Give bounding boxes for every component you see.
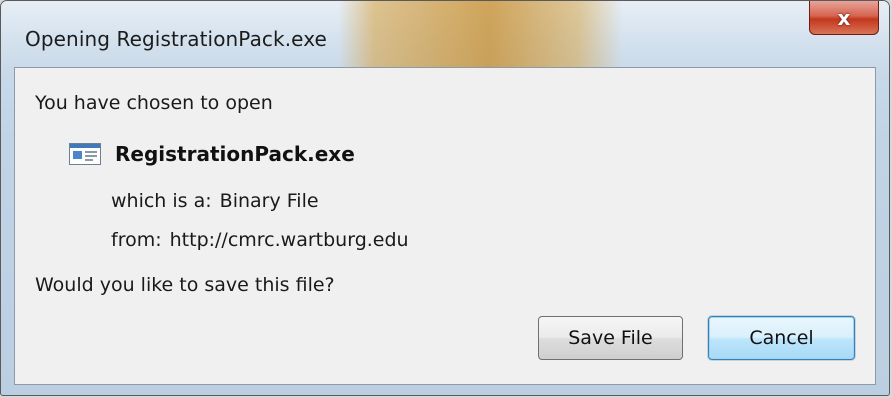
file-source-line: from: http://cmrc.wartburg.edu bbox=[111, 229, 409, 251]
file-type-label: which is a: bbox=[111, 190, 212, 212]
intro-text: You have chosen to open bbox=[35, 92, 273, 114]
save-question: Would you like to save this file? bbox=[35, 274, 335, 296]
file-type-line: which is a: Binary File bbox=[111, 190, 319, 212]
file-source-label: from: bbox=[111, 229, 162, 251]
file-info-row: RegistrationPack.exe bbox=[69, 142, 355, 166]
save-file-button[interactable]: Save File bbox=[538, 316, 683, 360]
cancel-button[interactable]: Cancel bbox=[708, 316, 855, 360]
close-icon: x bbox=[837, 5, 851, 30]
close-button[interactable]: x bbox=[809, 1, 879, 35]
file-name: RegistrationPack.exe bbox=[115, 142, 355, 166]
window-title: Opening RegistrationPack.exe bbox=[25, 27, 327, 51]
file-source-value: http://cmrc.wartburg.edu bbox=[169, 229, 409, 251]
file-type-value: Binary File bbox=[219, 190, 319, 212]
dialog-body: You have chosen to open RegistrationPack… bbox=[14, 67, 876, 385]
window-app-icon bbox=[69, 143, 101, 165]
file-open-dialog: Opening RegistrationPack.exe x You have … bbox=[0, 0, 890, 396]
